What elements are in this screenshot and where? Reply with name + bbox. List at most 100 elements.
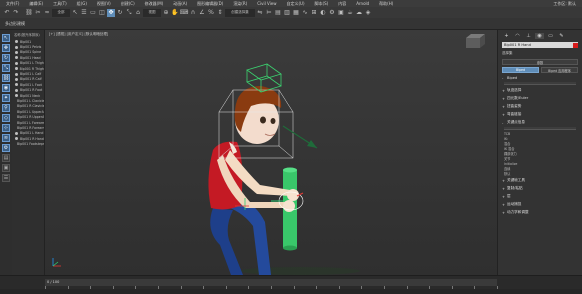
visibility-eye-icon[interactable]	[15, 88, 18, 92]
time-slider[interactable]: 0 / 100	[45, 279, 497, 286]
link-icon[interactable]: ⛓	[2, 74, 10, 82]
material-editor-icon[interactable]: ◐	[319, 9, 327, 17]
snaps-toggle-icon[interactable]: ∩	[189, 9, 197, 17]
menu-edit[interactable]: 编辑(E)	[29, 1, 43, 7]
menu-tools[interactable]: 工具(T)	[53, 1, 67, 7]
move-icon[interactable]: ✥	[2, 44, 10, 52]
select-by-name-icon[interactable]: ☰	[80, 9, 88, 17]
select-manipulate-icon[interactable]: ✋	[171, 9, 179, 17]
parameters-button[interactable]: 参数	[502, 59, 578, 65]
select-and-place-icon[interactable]: ⌂	[134, 9, 142, 17]
pivot-center-icon[interactable]: ⊕	[162, 9, 170, 17]
shape-icon[interactable]: ◇	[2, 114, 10, 122]
menu-rendering[interactable]: 渲染(R)	[233, 1, 247, 7]
toggle-scene-explorer-icon[interactable]: ▤	[274, 9, 282, 17]
ribbon-tab-polygon-modeling[interactable]: 多边形建模	[5, 21, 25, 27]
toggle-ribbon-icon[interactable]: ▦	[292, 9, 300, 17]
visibility-eye-icon[interactable]	[15, 56, 18, 60]
layer-icon[interactable]: ▤	[2, 154, 10, 162]
menu-group[interactable]: 组(G)	[77, 1, 87, 7]
visibility-eye-icon[interactable]	[15, 40, 18, 44]
scene-explorer-item[interactable]: Bip001 R UpperArm	[12, 114, 44, 119]
bind-spacewarp-icon[interactable]: ≈	[43, 9, 51, 17]
system-icon[interactable]: ⚙	[2, 144, 10, 152]
reference-coordinate-dropdown[interactable]: 视图	[143, 8, 161, 17]
rollout-header[interactable]: + 扭曲姿势	[498, 102, 582, 110]
display-tab-icon[interactable]: ▭	[546, 33, 555, 39]
keyboard-shortcut-override-icon[interactable]: ⌨	[180, 9, 189, 17]
hierarchy-tab-icon[interactable]: ⊥	[524, 33, 533, 39]
rollout-header[interactable]: + 关键帧工具	[498, 176, 582, 184]
rotate-icon[interactable]: ↻	[2, 54, 10, 62]
curve-editor-icon[interactable]: ∿	[301, 9, 309, 17]
visibility-eye-icon[interactable]	[15, 131, 18, 135]
biped-button[interactable]: Biped	[502, 67, 539, 73]
render-in-cloud-icon[interactable]: ☁	[355, 9, 363, 17]
selection-set-dropdown[interactable]: 创建选择集	[225, 8, 255, 17]
visibility-eye-icon[interactable]	[15, 77, 18, 81]
rollout-header[interactable]: + 弯曲链接	[498, 110, 582, 118]
align-icon[interactable]: ⊨	[265, 9, 273, 17]
camera-icon[interactable]: ◉	[2, 84, 10, 92]
link-icon[interactable]: ⛓	[25, 9, 33, 17]
scene-explorer-item[interactable]: Bip001 Footsteps	[12, 141, 44, 146]
visibility-eye-icon[interactable]	[15, 137, 18, 141]
workspace-dropdown[interactable]: 工作区: 默认	[553, 1, 576, 7]
menu-animation[interactable]: 动画(A)	[173, 1, 187, 7]
toggle-layer-explorer-icon[interactable]: ▥	[283, 9, 291, 17]
menu-modifiers[interactable]: 修改器(M)	[145, 1, 164, 7]
spacewarp-icon[interactable]: ≋	[2, 134, 10, 142]
object-color-swatch[interactable]	[573, 43, 578, 48]
rendered-frame-window-icon[interactable]: ▣	[337, 9, 345, 17]
menu-customize[interactable]: 自定义(U)	[286, 1, 304, 7]
bone-icon[interactable]: ⚲	[2, 104, 10, 112]
spinner-snap-icon[interactable]: ⇕	[216, 9, 224, 17]
menu-views[interactable]: 视图(V)	[97, 1, 111, 7]
rollout-header[interactable]: - 关键点信息	[498, 118, 582, 126]
mirror-icon[interactable]: ⇋	[256, 9, 264, 17]
scale-icon[interactable]: ⤡	[2, 64, 10, 72]
menu-scripting[interactable]: 脚本(S)	[315, 1, 329, 7]
percent-snap-icon[interactable]: %	[207, 9, 215, 17]
create-tab-icon[interactable]: +	[502, 33, 511, 39]
rectangular-selection-icon[interactable]: ▭	[89, 9, 97, 17]
perspective-viewport[interactable]: [+] [透视] [用户定义] [默认明暗处理]	[45, 30, 497, 275]
visibility-eye-icon[interactable]	[15, 83, 18, 87]
viewcube-icon[interactable]	[466, 34, 485, 48]
rollout-header[interactable]: + 运动捕捉	[498, 200, 582, 208]
scene-explorer-item[interactable]: Bip001 L UpperArm	[12, 109, 44, 114]
select-icon[interactable]: ↖	[2, 34, 10, 42]
visibility-eye-icon[interactable]	[15, 94, 18, 98]
motion-tab-icon[interactable]: ◉	[535, 32, 544, 39]
select-and-rotate-icon[interactable]: ↻	[116, 9, 124, 17]
selection-filter-dropdown[interactable]: 全部	[52, 8, 70, 17]
menu-civil-view[interactable]: Civil View	[257, 1, 276, 6]
a360-gallery-icon[interactable]: ◈	[364, 9, 372, 17]
biped-apps-button[interactable]: Biped 应用程序	[541, 67, 578, 73]
rollout-header[interactable]: + 轨迹选择	[498, 86, 582, 94]
utilities-tab-icon[interactable]: ✎	[557, 33, 566, 39]
scene-explorer-item[interactable]: Bip001 L Clavicle	[12, 98, 44, 103]
menu-content[interactable]: 内容	[338, 1, 346, 7]
select-object-icon[interactable]: ↖	[71, 9, 79, 17]
angle-snap-icon[interactable]: ∠	[198, 9, 206, 17]
schematic-view-icon[interactable]: ⊞	[310, 9, 318, 17]
menu-graph-editors[interactable]: 图形编辑器(D)	[197, 1, 223, 7]
select-and-move-icon[interactable]: ✥	[107, 8, 115, 17]
window-crossing-icon[interactable]: ◫	[98, 9, 106, 17]
menu-create[interactable]: 创建(C)	[121, 1, 135, 7]
light-icon[interactable]: ✦	[2, 94, 10, 102]
menu-file[interactable]: 文件(F)	[6, 1, 19, 7]
undo-icon[interactable]: ↶	[3, 9, 11, 17]
rollout-header[interactable]: + 动力学和调整	[498, 208, 582, 216]
visibility-eye-icon[interactable]	[15, 61, 18, 65]
rollout-header[interactable]: + 复制/粘贴	[498, 184, 582, 192]
scene-explorer-item[interactable]: Bip001 R Forearm	[12, 125, 44, 130]
rollout-header[interactable]: + 层	[498, 192, 582, 200]
rollout-header[interactable]: - Biped	[498, 74, 582, 81]
redo-icon[interactable]: ↷	[12, 9, 20, 17]
render-setup-icon[interactable]: ⚙	[328, 9, 336, 17]
render-production-icon[interactable]: ☕	[346, 9, 354, 17]
unlink-icon[interactable]: ✂	[34, 9, 42, 17]
object-name-field[interactable]: Bip001 R Hand	[502, 42, 578, 48]
